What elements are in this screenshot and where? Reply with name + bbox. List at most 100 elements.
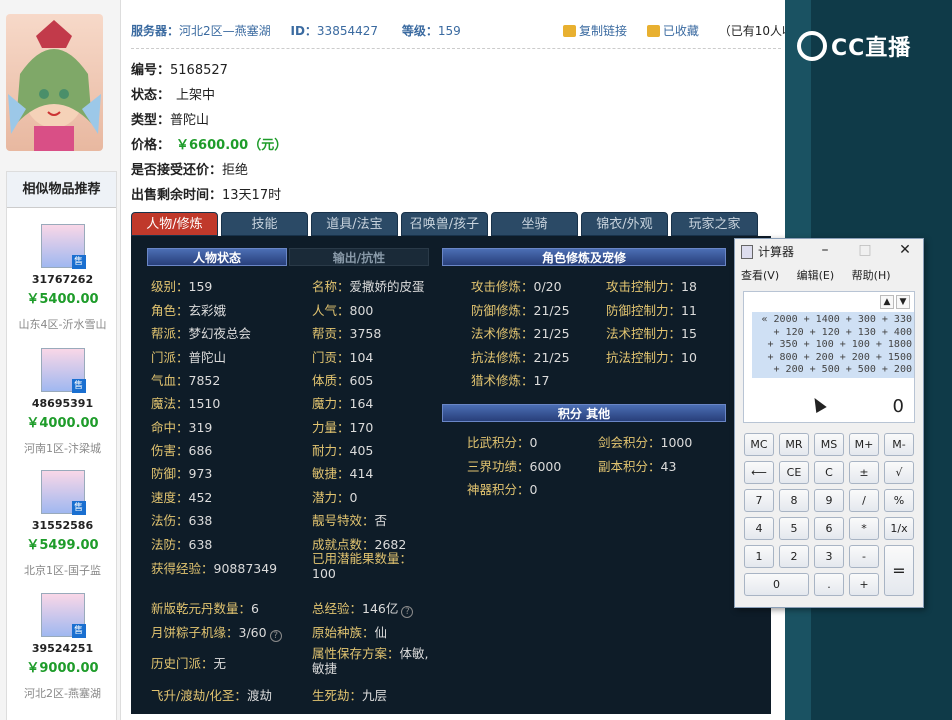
stat-label: 级别： [151, 279, 189, 294]
stat-label: 耐力： [312, 443, 350, 458]
menu-help[interactable]: 帮助(H) [852, 269, 891, 282]
calc-key[interactable]: 0 [744, 573, 809, 596]
maximize-button[interactable]: □ [855, 241, 875, 259]
calc-key[interactable]: = [884, 545, 914, 596]
recommend-title: 相似物品推荐 [7, 172, 116, 208]
calc-key[interactable]: M+ [849, 433, 879, 456]
calc-key[interactable]: + [849, 573, 879, 596]
status-section-tab[interactable]: 人物状态 [147, 248, 287, 266]
stat-label: 帮贡： [312, 326, 350, 341]
stat-value: 3/60 [238, 625, 267, 640]
calc-key[interactable]: 6 [814, 517, 844, 540]
help-icon[interactable]: ? [269, 630, 282, 642]
stat-value: 玄彩娥 [188, 303, 227, 318]
recommend-item-id: 31552586 [31, 519, 94, 532]
calc-key[interactable]: / [849, 489, 879, 512]
stat-row: 法伤：638 [151, 510, 212, 529]
stat-row: 法术修炼：21/25 [471, 323, 570, 342]
tab-skills[interactable]: 技能 [221, 212, 308, 236]
server-value: 河北2区—燕塞湖 [179, 24, 271, 38]
stat-label: 攻击控制力： [606, 279, 682, 294]
copy-link-button[interactable]: 复制链接 [563, 24, 635, 38]
menu-view[interactable]: 查看(V) [741, 269, 779, 282]
calc-key[interactable]: * [849, 517, 879, 540]
calc-key[interactable]: . [814, 573, 844, 596]
calc-key[interactable]: ± [849, 461, 879, 484]
tab-home[interactable]: 玩家之家 [671, 212, 758, 236]
character-thumb-icon[interactable]: 售 [40, 593, 86, 638]
calc-key[interactable]: C [814, 461, 844, 484]
menu-edit[interactable]: 编辑(E) [797, 269, 835, 282]
recommend-item[interactable]: 售 48695391 ￥4000.00 河南1区-汴梁城 [7, 348, 118, 456]
recommend-item-id: 39524251 [31, 642, 94, 655]
calculator-menu: 查看(V) 编辑(E) 帮助(H) [741, 267, 905, 283]
stat-value: 17 [533, 373, 550, 388]
calc-key[interactable]: 5 [779, 517, 809, 540]
stat-value: 7852 [188, 373, 221, 388]
stat-row: 角色：玄彩娥 [151, 300, 226, 319]
calc-key[interactable]: 1/x [884, 517, 914, 540]
calc-key[interactable]: 8 [779, 489, 809, 512]
character-panel: 人物状态 输出/抗性 角色修炼及宠修 积分 其他 级别：159 角色：玄彩娥 帮派：… [131, 236, 771, 714]
recommend-item[interactable]: 售 39524251 ￥9000.00 河北2区-燕塞湖 [7, 593, 118, 701]
stat-value: 3758 [349, 326, 382, 341]
stat-value: 10 [681, 350, 697, 365]
status-value: 上架中 [176, 88, 216, 103]
character-thumb-icon[interactable]: 售 [40, 348, 86, 393]
stat-value: 仙 [374, 625, 388, 640]
divider [131, 48, 781, 49]
calc-key[interactable]: 7 [744, 489, 774, 512]
stat-row: 门派：普陀山 [151, 347, 226, 366]
counter-offer-label: 是否接受还价： [131, 163, 223, 178]
calculator-icon [741, 245, 753, 259]
stat-label: 抗法控制力： [606, 350, 682, 365]
calc-key[interactable]: MR [779, 433, 809, 456]
recommend-item-id: 48695391 [31, 397, 94, 410]
cc-logo: CC直播 [797, 30, 911, 62]
recommend-item[interactable]: 售 31767262 ￥5400.00 山东4区-沂水雪山 [7, 224, 118, 332]
recommend-item[interactable]: 售 31552586 ￥5499.00 北京1区-国子监 [7, 470, 118, 578]
scroll-up-icon[interactable]: ▲ [880, 295, 894, 309]
tab-items[interactable]: 道具/法宝 [311, 212, 398, 236]
calc-key[interactable]: 2 [779, 545, 809, 568]
favorite-button[interactable]: 已收藏 [646, 24, 707, 38]
tab-character[interactable]: 人物/修炼 [131, 212, 218, 236]
favorite-icon [646, 25, 660, 37]
recommend-item-price: ￥9000.00 [26, 661, 99, 676]
calc-key[interactable]: % [884, 489, 914, 512]
tab-mounts[interactable]: 坐骑 [491, 212, 578, 236]
stat-label: 三界功绩： [467, 459, 530, 474]
calc-key[interactable]: MC [744, 433, 774, 456]
minimize-button[interactable]: – [815, 241, 835, 259]
calc-key[interactable]: √ [884, 461, 914, 484]
calc-key[interactable]: M- [884, 433, 914, 456]
calculator-title-text: 计算器 [758, 245, 795, 259]
calculator-history: « 2000 + 1400 + 300 + 330 + 120 + 120 + … [752, 312, 914, 378]
stat-value: 686 [188, 443, 213, 458]
close-button[interactable]: ✕ [895, 241, 915, 259]
stat-value: 0 [349, 490, 358, 505]
calc-key[interactable]: CE [779, 461, 809, 484]
calc-key[interactable]: 3 [814, 545, 844, 568]
sale-badge: 售 [71, 255, 86, 269]
sale-badge: 售 [71, 624, 86, 638]
calc-key[interactable]: 4 [744, 517, 774, 540]
calc-key[interactable]: ⟵ [744, 461, 774, 484]
character-thumb-icon[interactable]: 售 [40, 470, 86, 515]
help-icon[interactable]: ? [401, 606, 414, 618]
output-section-tab[interactable]: 输出/抗性 [289, 248, 429, 266]
tab-pets[interactable]: 召唤兽/孩子 [401, 212, 488, 236]
remain-time-field: 出售剩余时间：13天17时 [131, 184, 281, 203]
stat-label: 攻击修炼： [471, 279, 534, 294]
calc-key[interactable]: MS [814, 433, 844, 456]
stat-row: 体质：605 [312, 370, 373, 389]
scroll-down-icon[interactable]: ▼ [896, 295, 910, 309]
counter-offer-value: 拒绝 [222, 163, 249, 178]
character-thumb-icon[interactable]: 售 [40, 224, 86, 269]
calc-key[interactable]: - [849, 545, 879, 568]
stat-row: 攻击控制力：18 [606, 276, 697, 295]
calc-key[interactable]: 1 [744, 545, 774, 568]
calc-key[interactable]: 9 [814, 489, 844, 512]
tab-outfits[interactable]: 锦衣/外观 [581, 212, 668, 236]
calculator-display: ▲ ▼ « 2000 + 1400 + 300 + 330 + 120 + 120… [743, 291, 915, 423]
